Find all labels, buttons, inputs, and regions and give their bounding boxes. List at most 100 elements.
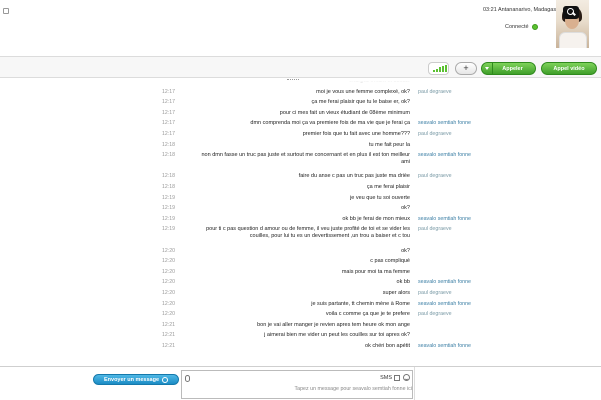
chat-message-row: ok chéri bon apétit 12:21 seavalo semtiah …: [0, 341, 601, 352]
chat-message-row: tu me fait peur la 12:18: [0, 140, 601, 151]
message-text: dmn comprenda moi ça va premiere fois de…: [250, 120, 410, 127]
sms-checkbox[interactable]: [394, 375, 400, 381]
send-message-button[interactable]: Envoyer un message: [93, 374, 179, 385]
message-text: bon je vai aller manger je revien apres …: [257, 321, 410, 328]
message-timestamp: 12:19: [162, 226, 175, 233]
message-sender[interactable]: seavalo semtiah fonne: [418, 343, 471, 349]
message-timestamp: 12:20: [162, 290, 175, 296]
message-text: ça me ferai plaisir que tu le baise er, …: [311, 99, 410, 106]
message-timestamp: 12:20: [162, 311, 175, 318]
chat-message-row: ça me ferai plaisir 12:18: [0, 182, 601, 193]
message-timestamp: 12:21: [162, 332, 175, 339]
chat-message-row: dmn comprenda moi ça va premiere fois de…: [0, 118, 601, 129]
header: 03:21 Antananarivo, Madagascar Connecté: [0, 0, 601, 56]
message-timestamp: 12:20: [162, 258, 175, 265]
message-sender[interactable]: paul degraeve: [418, 131, 452, 137]
message-timestamp: 12:21: [162, 321, 175, 328]
message-timestamp: 12:17: [162, 131, 175, 137]
chevron-down-icon[interactable]: [485, 67, 489, 70]
chat-message-row: super alors 12:20 paul degraeve: [0, 288, 601, 299]
message-text: super alors: [382, 290, 410, 296]
message-timestamp: 12:17: [162, 99, 175, 106]
chat-message-row: non dmn fasse un truc pas juste et surto…: [0, 150, 601, 171]
message-timestamp: 12:20: [162, 279, 175, 286]
message-sender[interactable]: seavalo semtiah fonne: [418, 216, 471, 222]
chat-message-row: je suis partante, tt chemin mène à Rome 1…: [0, 299, 601, 310]
message-text: je veu que tu soi ouverte: [350, 194, 410, 201]
message-timestamp: 12:20: [162, 300, 175, 307]
send-message-label: Envoyer un message: [103, 376, 160, 383]
message-timestamp: 12:20: [162, 268, 175, 275]
chat-message-row: ok bb 12:20 seavalo semtiah fonne: [0, 277, 601, 288]
message-timestamp: 12:17: [162, 88, 175, 95]
message-sender[interactable]: paul degraeve: [418, 226, 452, 232]
chat-message-row: mais pour moi ta ma femme 12:20: [0, 267, 601, 278]
message-sender[interactable]: seavalo semtiah fonne: [418, 279, 471, 285]
message-input[interactable]: SMS Tapez un message pour seavalo semtia…: [181, 370, 413, 399]
status-text: Connecté: [505, 24, 529, 30]
message-timestamp: 12:19: [162, 194, 175, 201]
emoticon-icon[interactable]: [403, 374, 410, 381]
call-toolbar: + Appeler Appel vidéo: [0, 56, 601, 78]
video-call-button[interactable]: Appel vidéo: [541, 62, 597, 75]
message-text: ça me ferai plaisir: [366, 184, 410, 190]
chat-message-row: ok? 12:19: [0, 203, 601, 214]
status-row[interactable]: Connecté: [505, 24, 538, 30]
call-button-label: Appeler: [502, 65, 523, 72]
message-sender[interactable]: paul degraeve: [418, 311, 452, 317]
chat-history[interactable]: enargez enfant et ducatemoi je vous une …: [0, 81, 601, 366]
message-text: non dmn fasse un truc pas juste et surto…: [201, 152, 410, 166]
chat-message-row: ok bb je ferai de mon mieux 12:19 seavalo …: [0, 214, 601, 225]
message-text: ok bb: [396, 279, 410, 286]
message-text: c pas compliqué: [370, 258, 410, 265]
message-text: voila c comme ça que je te prefere: [325, 311, 410, 318]
sms-label: SMS: [380, 375, 392, 381]
chat-message-row: faire du anse c pas un truc pas juste ma…: [0, 171, 601, 182]
message-sender[interactable]: seavalo semtiah fonne: [418, 152, 471, 158]
add-button[interactable]: +: [455, 62, 477, 75]
info-icon: [162, 376, 169, 383]
message-text: j aimerai bien me vider un peut les coui…: [264, 332, 410, 339]
message-text: faire du anse c pas un truc pas juste ma…: [298, 173, 410, 180]
chat-message-row: ça me ferai plaisir que tu le baise er, …: [0, 97, 601, 108]
message-text: ok?: [401, 247, 410, 254]
chat-message-row: pour ti c pas question d amour ou de fem…: [0, 224, 601, 245]
message-text: moi je vous une femme complexé, ok?: [316, 88, 410, 95]
location-text: 03:21 Antananarivo, Madagascar: [483, 7, 564, 13]
message-sender[interactable]: paul degraeve: [418, 290, 452, 296]
message-text: tu me fait peur la: [369, 141, 410, 148]
search-icon[interactable]: [563, 6, 579, 19]
call-button[interactable]: Appeler: [481, 62, 536, 75]
message-text: pour ti c pas question d amour ou de fem…: [206, 226, 410, 240]
message-sender[interactable]: seavalo semtiah fonne: [418, 120, 471, 126]
message-timestamp: 12:18: [162, 173, 175, 180]
message-timestamp: 12:21: [162, 343, 175, 349]
message-text: premier fois que tu fait avec une homme?…: [302, 131, 410, 137]
message-sender[interactable]: paul degraeve: [418, 173, 452, 179]
attachment-icon[interactable]: [185, 375, 190, 382]
online-status-icon: [531, 24, 538, 30]
message-text: ok chéri bon apétit: [365, 343, 410, 349]
message-text: je suis partante, tt chemin mène à Rome: [311, 300, 410, 307]
message-timestamp: 12:17: [162, 109, 175, 116]
message-text: ok?: [401, 205, 410, 212]
message-timestamp: 12:18: [162, 184, 175, 190]
message-placeholder: Tapez un message pour seavalo semtiah fo…: [294, 386, 412, 392]
message-text: mais pour moi ta ma femme: [341, 268, 410, 275]
window-icon[interactable]: [3, 8, 9, 14]
chat-message-row: bon je vai aller manger je revien apres …: [0, 320, 601, 331]
chat-message-row: c pas compliqué 12:20: [0, 256, 601, 267]
chat-message-row: pour ci mes fait un vieux étudiant de 08…: [0, 108, 601, 119]
message-timestamp: 12:18: [162, 152, 175, 159]
chat-message-row: voila c comme ça que je te prefere 12:20 p…: [0, 309, 601, 320]
message-timestamp: 12:18: [162, 141, 175, 148]
chat-message-row: premier fois que tu fait avec une homme?…: [0, 129, 601, 140]
call-quality-button[interactable]: [428, 62, 449, 75]
chat-message-row: j aimerai bien me vider un peut les coui…: [0, 330, 601, 341]
message-timestamp: 12:19: [162, 215, 175, 222]
message-text: ok bb je ferai de mon mieux: [342, 215, 410, 222]
composer: Envoyer un message SMS Tapez un message …: [0, 366, 601, 400]
message-sender[interactable]: seavalo semtiah fonne: [418, 301, 471, 307]
message-sender[interactable]: paul degraeve: [418, 89, 452, 95]
message-timestamp: 12:20: [162, 247, 175, 254]
